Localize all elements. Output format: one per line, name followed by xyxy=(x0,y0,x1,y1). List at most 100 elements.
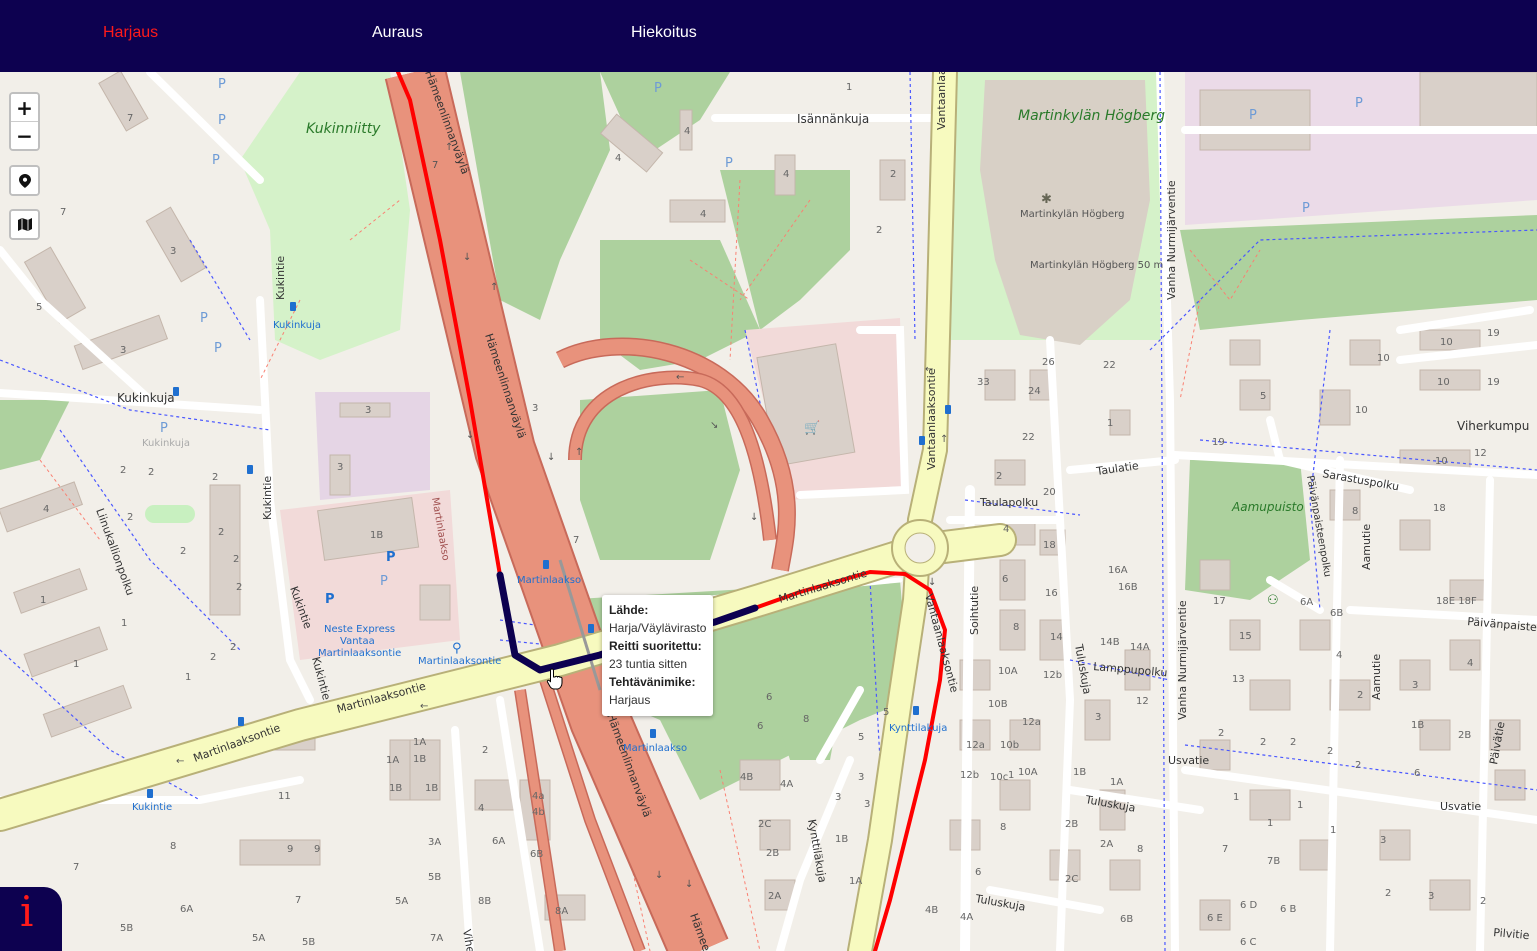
svg-text:3: 3 xyxy=(864,799,870,810)
svg-text:3: 3 xyxy=(1412,680,1418,691)
label-martinlaaksontie-bike: Martinlaaksontie xyxy=(418,656,501,667)
svg-text:2: 2 xyxy=(236,582,242,593)
label-usvatie-b: Usvatie xyxy=(1440,800,1481,813)
svg-text:1: 1 xyxy=(1330,825,1336,836)
label-neste: Neste Express xyxy=(324,624,395,635)
svg-text:2: 2 xyxy=(180,546,186,557)
svg-text:8: 8 xyxy=(1352,506,1358,517)
svg-text:↓: ↓ xyxy=(750,512,758,523)
svg-text:2B: 2B xyxy=(766,848,779,859)
svg-text:2: 2 xyxy=(1260,737,1266,748)
zoom-out-button[interactable]: − xyxy=(11,121,38,149)
svg-text:P: P xyxy=(386,550,396,565)
svg-text:19: 19 xyxy=(1487,328,1500,339)
map-layers-button[interactable] xyxy=(11,211,38,238)
popup-task-value: Harjaus xyxy=(609,693,651,707)
svg-text:↓: ↓ xyxy=(547,452,555,463)
svg-text:18: 18 xyxy=(1043,540,1056,551)
label-aamutie-b: Aamutie xyxy=(1370,654,1383,700)
svg-text:7: 7 xyxy=(1222,844,1228,855)
svg-text:3: 3 xyxy=(1380,835,1386,846)
zoom-in-button[interactable]: + xyxy=(11,94,38,121)
svg-text:12a: 12a xyxy=(1022,717,1041,728)
svg-text:8: 8 xyxy=(1000,822,1006,833)
svg-text:5: 5 xyxy=(858,732,864,743)
svg-text:↓: ↓ xyxy=(463,252,471,263)
label-paivanpaisteenpolku: Päivänpaisteenpolku xyxy=(1304,475,1333,578)
svg-text:6 B: 6 B xyxy=(1280,904,1297,915)
svg-text:2A: 2A xyxy=(1100,839,1113,850)
svg-text:P: P xyxy=(725,156,733,171)
label-aamupuisto: Aamupuisto xyxy=(1231,500,1304,514)
label-vantaanlaaksontie: Vantaanlaaksontie xyxy=(925,368,938,470)
svg-text:2: 2 xyxy=(1327,746,1333,757)
svg-text:P: P xyxy=(654,81,662,96)
svg-text:7: 7 xyxy=(295,895,301,906)
label-aamutie-a: Aamutie xyxy=(1360,524,1373,570)
svg-text:P: P xyxy=(218,113,226,128)
map-view[interactable]: Kukinniitty Martinkylän Högberg Martinky… xyxy=(0,72,1537,951)
popup-completed-value: 23 tuntia sitten xyxy=(609,657,688,671)
svg-text:4: 4 xyxy=(783,169,789,180)
layers-control xyxy=(9,209,40,240)
svg-text:9: 9 xyxy=(287,844,293,855)
svg-text:6: 6 xyxy=(757,721,763,732)
svg-text:14B: 14B xyxy=(1100,637,1120,648)
label-vantaanlaakso-top: Vantaanlaakso xyxy=(935,72,948,130)
svg-text:4: 4 xyxy=(615,153,621,164)
location-pin-icon xyxy=(18,173,31,188)
locate-button[interactable] xyxy=(11,167,38,194)
svg-text:1B: 1B xyxy=(835,834,848,845)
svg-text:2: 2 xyxy=(1290,737,1296,748)
label-kynttilakuja-stop: Kynttilakuja xyxy=(889,723,947,734)
svg-text:✱: ✱ xyxy=(1041,192,1052,207)
svg-text:3: 3 xyxy=(170,246,176,257)
label-kukintie-stop: Kukintie xyxy=(132,802,172,813)
svg-text:2C: 2C xyxy=(1065,874,1078,885)
svg-text:←: ← xyxy=(925,364,933,375)
svg-text:33: 33 xyxy=(977,377,990,388)
svg-text:3: 3 xyxy=(337,462,343,473)
svg-text:10b: 10b xyxy=(1000,740,1019,751)
svg-text:5A: 5A xyxy=(252,933,265,944)
svg-text:2: 2 xyxy=(1480,896,1486,907)
svg-text:2: 2 xyxy=(1355,760,1361,771)
svg-text:3: 3 xyxy=(365,405,371,416)
svg-text:2: 2 xyxy=(1357,690,1363,701)
svg-text:6 C: 6 C xyxy=(1240,937,1257,948)
nav-tab-auraus[interactable]: Auraus xyxy=(372,24,423,42)
svg-text:P: P xyxy=(200,311,208,326)
svg-text:4: 4 xyxy=(700,209,706,220)
svg-text:6A: 6A xyxy=(180,904,193,915)
info-button[interactable]: i xyxy=(0,887,62,951)
svg-text:1B: 1B xyxy=(370,530,383,541)
svg-text:↓: ↓ xyxy=(466,430,474,441)
svg-text:1: 1 xyxy=(1267,818,1273,829)
svg-text:2C: 2C xyxy=(758,819,771,830)
svg-text:1: 1 xyxy=(40,595,46,606)
svg-text:2: 2 xyxy=(212,472,218,483)
info-icon: i xyxy=(20,887,34,936)
svg-text:10: 10 xyxy=(1355,405,1368,416)
svg-text:5: 5 xyxy=(1260,391,1266,402)
svg-text:10c: 10c xyxy=(990,772,1008,783)
svg-text:7: 7 xyxy=(73,862,79,873)
label-vihe: Vihe xyxy=(460,928,477,951)
svg-text:4: 4 xyxy=(478,803,484,814)
svg-text:6B: 6B xyxy=(530,849,543,860)
svg-text:7: 7 xyxy=(127,113,133,124)
nav-tab-hiekoitus[interactable]: Hiekoitus xyxy=(631,24,697,42)
svg-text:1: 1 xyxy=(1008,770,1014,781)
nav-tab-harjaus[interactable]: Harjaus xyxy=(103,24,158,42)
popup-completed-label: Reitti suoritettu: xyxy=(609,639,702,653)
svg-text:7: 7 xyxy=(60,207,66,218)
svg-text:12: 12 xyxy=(1136,696,1149,707)
label-kukintie-a: Kukintie xyxy=(274,256,287,300)
svg-text:4B: 4B xyxy=(740,772,753,783)
svg-text:2: 2 xyxy=(1218,728,1224,739)
svg-text:22: 22 xyxy=(1103,360,1116,371)
svg-text:2B: 2B xyxy=(1065,819,1078,830)
svg-text:↘: ↘ xyxy=(710,420,718,431)
svg-text:16B: 16B xyxy=(1118,582,1138,593)
route-info-popup: Lähde: Harja/Väylävirasto Reitti suorite… xyxy=(602,595,713,716)
